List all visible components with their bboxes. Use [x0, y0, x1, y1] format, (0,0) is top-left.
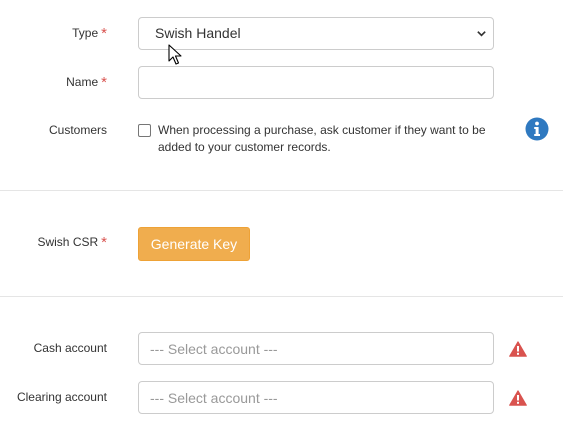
- customers-label: Customers: [48, 123, 107, 137]
- name-label-text: Name: [66, 75, 99, 89]
- required-mark: *: [101, 74, 107, 91]
- generate-key-button[interactable]: Generate Key: [138, 227, 250, 261]
- type-select-value: Swish Handel: [155, 25, 241, 41]
- type-label-text: Type: [72, 26, 99, 40]
- customers-checkbox[interactable]: [138, 124, 151, 137]
- mouse-cursor-icon: [168, 44, 182, 65]
- cash-account-input[interactable]: [138, 332, 494, 365]
- clearing-account-label: Clearing account: [16, 390, 107, 404]
- name-input[interactable]: [138, 66, 494, 99]
- warning-triangle-icon: [509, 341, 527, 357]
- chevron-down-icon: [477, 31, 486, 37]
- section-divider: [0, 190, 563, 191]
- cash-account-label: Cash account: [33, 341, 107, 355]
- section-divider: [0, 296, 563, 297]
- clearing-account-input[interactable]: [138, 381, 494, 414]
- warning-triangle-icon: [509, 390, 527, 406]
- type-label: Type *: [72, 25, 107, 42]
- swish-csr-label-text: Swish CSR: [37, 235, 99, 249]
- customers-checkbox-text: When processing a purchase, ask customer…: [158, 123, 486, 154]
- swish-csr-label: Swish CSR *: [37, 234, 107, 251]
- type-select[interactable]: Swish Handel: [138, 17, 494, 50]
- name-label: Name *: [66, 74, 107, 91]
- info-circle-icon[interactable]: [525, 117, 549, 141]
- required-mark: *: [101, 25, 107, 42]
- required-mark: *: [101, 234, 107, 251]
